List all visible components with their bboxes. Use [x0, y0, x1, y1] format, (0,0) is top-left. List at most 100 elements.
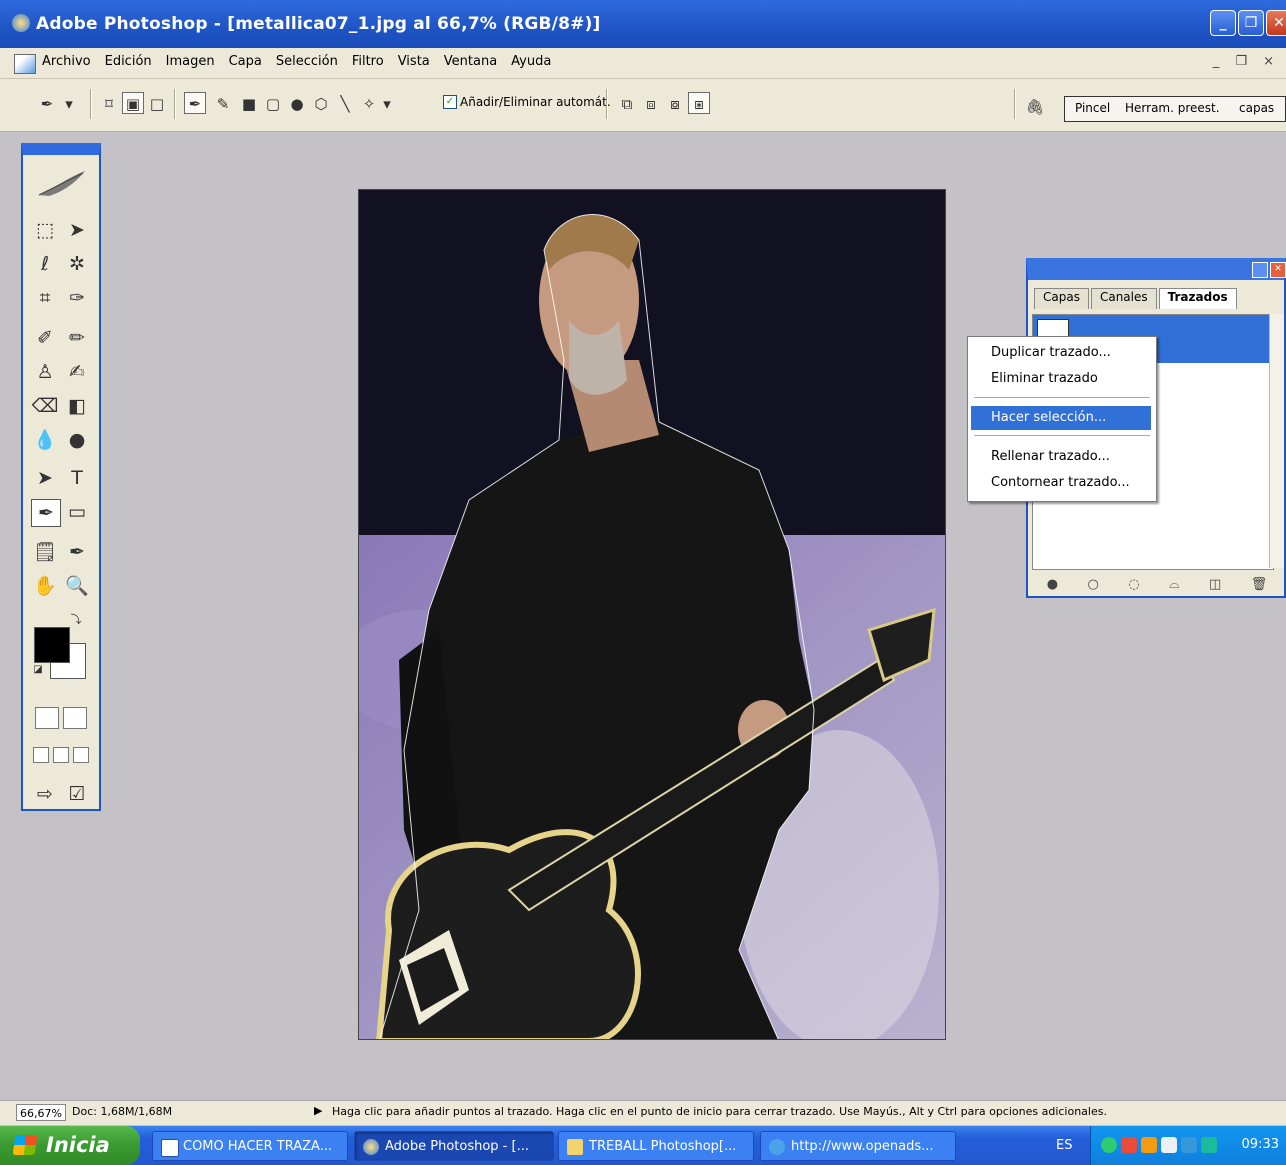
- menu-archivo[interactable]: Archivo: [42, 54, 91, 69]
- delete-path-icon[interactable]: 🗑: [1251, 577, 1268, 592]
- add-to-path-icon[interactable]: ⧉: [616, 92, 638, 114]
- subtract-path-icon[interactable]: ⧈: [640, 92, 662, 114]
- imageready-icon[interactable]: ☑: [63, 781, 91, 807]
- messenger-icon[interactable]: [1141, 1137, 1157, 1153]
- magic-wand-tool-icon[interactable]: ✲: [63, 251, 91, 277]
- menu-filtro[interactable]: Filtro: [352, 54, 384, 69]
- make-work-path-icon[interactable]: ⌓: [1169, 577, 1179, 592]
- default-colors-icon[interactable]: ◪: [31, 663, 45, 677]
- rectangle-tool-icon[interactable]: ▭: [63, 499, 91, 525]
- clone-stamp-tool-icon[interactable]: ♙: [31, 359, 59, 385]
- menu-item-eliminar-trazado[interactable]: Eliminar trazado: [971, 367, 1151, 391]
- polygon-icon[interactable]: ⬡: [310, 92, 332, 114]
- full-screen-mode-icon[interactable]: [73, 747, 89, 763]
- menu-item-hacer-seleccion[interactable]: Hacer selección...: [971, 406, 1151, 430]
- standard-mode-icon[interactable]: [35, 707, 59, 729]
- hand-tool-icon[interactable]: ✋: [31, 573, 59, 599]
- document-canvas[interactable]: [358, 189, 946, 1040]
- gradient-tool-icon[interactable]: ◧: [63, 393, 91, 419]
- restore-button[interactable]: ❐: [1238, 10, 1264, 36]
- pen-tool-preset-icon[interactable]: ✒: [36, 92, 58, 114]
- menu-ayuda[interactable]: Ayuda: [511, 54, 551, 69]
- menu-capa[interactable]: Capa: [229, 54, 262, 69]
- start-button[interactable]: Inicia: [0, 1126, 140, 1165]
- fill-path-icon[interactable]: ●: [1047, 577, 1058, 592]
- marquee-tool-icon[interactable]: ⬚: [31, 217, 59, 243]
- preset-dropdown-arrow-icon[interactable]: ▾: [62, 92, 76, 114]
- pen-tool-icon[interactable]: ✒: [31, 499, 61, 527]
- jump-to-imageready-icon[interactable]: ⇨: [31, 781, 59, 807]
- updates-icon[interactable]: [1201, 1137, 1217, 1153]
- blur-tool-icon[interactable]: 💧: [31, 427, 59, 453]
- menu-seleccion[interactable]: Selección: [276, 54, 338, 69]
- fill-pixels-icon[interactable]: □: [146, 92, 168, 114]
- close-button[interactable]: ✕: [1266, 10, 1286, 36]
- standard-screen-mode-icon[interactable]: [33, 747, 49, 763]
- menu-item-contornear-trazado[interactable]: Contornear trazado...: [971, 471, 1151, 495]
- file-browser-icon[interactable]: 🖇: [1024, 95, 1046, 117]
- tab-capas[interactable]: Capas: [1034, 288, 1089, 309]
- language-indicator[interactable]: ES: [1056, 1138, 1072, 1153]
- stroke-path-icon[interactable]: ○: [1088, 577, 1099, 592]
- menu-edicion[interactable]: Edición: [105, 54, 152, 69]
- panel-minimize-button[interactable]: [1252, 262, 1268, 278]
- move-tool-icon[interactable]: ➤: [63, 217, 91, 243]
- clock[interactable]: 09:33: [1242, 1137, 1279, 1152]
- rectangle-icon[interactable]: ■: [238, 92, 260, 114]
- status-arrow-icon[interactable]: ▶: [314, 1104, 322, 1117]
- task-word-document[interactable]: COMO HACER TRAZA...: [152, 1131, 348, 1161]
- task-browser[interactable]: http://www.openads...: [760, 1131, 956, 1161]
- document-window-controls[interactable]: _ ❐ ×: [1213, 54, 1280, 69]
- slice-tool-icon[interactable]: ✑: [63, 285, 91, 311]
- lasso-tool-icon[interactable]: ℓ: [31, 251, 59, 277]
- panel-close-button[interactable]: ✕: [1270, 262, 1286, 278]
- eyedropper-tool-icon[interactable]: ✒: [63, 539, 91, 565]
- well-tab-capas[interactable]: capas: [1239, 101, 1274, 115]
- minimize-button[interactable]: _: [1210, 10, 1236, 36]
- document-icon[interactable]: [14, 54, 36, 74]
- menu-ventana[interactable]: Ventana: [444, 54, 497, 69]
- ellipse-icon[interactable]: ●: [286, 92, 308, 114]
- well-tab-pincel[interactable]: Pincel: [1075, 101, 1110, 115]
- shape-dropdown-arrow-icon[interactable]: ▾: [380, 92, 394, 114]
- checkbox-check-icon[interactable]: ✓: [443, 95, 457, 109]
- quick-mask-mode-icon[interactable]: [63, 707, 87, 729]
- eraser-tool-icon[interactable]: ⌫: [31, 393, 59, 419]
- healing-brush-tool-icon[interactable]: ✐: [31, 325, 59, 351]
- foreground-color-swatch[interactable]: [34, 627, 70, 663]
- exclude-path-icon[interactable]: ⧆: [688, 92, 710, 114]
- crop-tool-icon[interactable]: ⌗: [31, 285, 59, 311]
- dodge-tool-icon[interactable]: ●: [63, 427, 91, 453]
- menu-vista[interactable]: Vista: [398, 54, 430, 69]
- full-screen-menu-mode-icon[interactable]: [53, 747, 69, 763]
- type-tool-icon[interactable]: T: [63, 465, 91, 491]
- title-bar[interactable]: Adobe Photoshop - [metallica07_1.jpg al …: [0, 0, 1286, 48]
- load-path-as-selection-icon[interactable]: ◌: [1128, 577, 1139, 592]
- menu-item-duplicar-trazado[interactable]: Duplicar trazado...: [971, 341, 1151, 365]
- task-folder[interactable]: TREBALL Photoshop[...: [558, 1131, 754, 1161]
- path-selection-tool-icon[interactable]: ➤: [31, 465, 59, 491]
- display-icon[interactable]: [1181, 1137, 1197, 1153]
- monitor-icon[interactable]: [1161, 1137, 1177, 1153]
- freeform-pen-icon[interactable]: ✎: [212, 92, 234, 114]
- menu-imagen[interactable]: Imagen: [166, 54, 215, 69]
- paths-scrollbar[interactable]: [1269, 314, 1284, 568]
- well-tab-herramientas[interactable]: Herram. preest.: [1125, 101, 1220, 115]
- antivirus-icon[interactable]: [1121, 1137, 1137, 1153]
- task-photoshop[interactable]: Adobe Photoshop - [...: [354, 1131, 554, 1161]
- feather-logo-icon[interactable]: [35, 169, 87, 199]
- tab-trazados[interactable]: Trazados: [1158, 288, 1237, 309]
- custom-shape-icon[interactable]: ✧: [358, 92, 380, 114]
- pen-icon[interactable]: ✒: [184, 92, 206, 114]
- menu-item-rellenar-trazado[interactable]: Rellenar trazado...: [971, 445, 1151, 469]
- history-brush-tool-icon[interactable]: ✍: [63, 359, 91, 385]
- shape-layers-icon[interactable]: ⌑: [98, 92, 120, 114]
- swap-colors-icon[interactable]: ⤵: [69, 613, 83, 627]
- network-icon[interactable]: [1101, 1137, 1117, 1153]
- new-path-icon[interactable]: ◫: [1209, 577, 1221, 592]
- line-icon[interactable]: ╲: [334, 92, 356, 114]
- paths-mode-icon[interactable]: ▣: [122, 92, 144, 114]
- notes-tool-icon[interactable]: 🗒: [31, 539, 59, 565]
- tab-canales[interactable]: Canales: [1090, 288, 1157, 309]
- rounded-rectangle-icon[interactable]: ▢: [262, 92, 284, 114]
